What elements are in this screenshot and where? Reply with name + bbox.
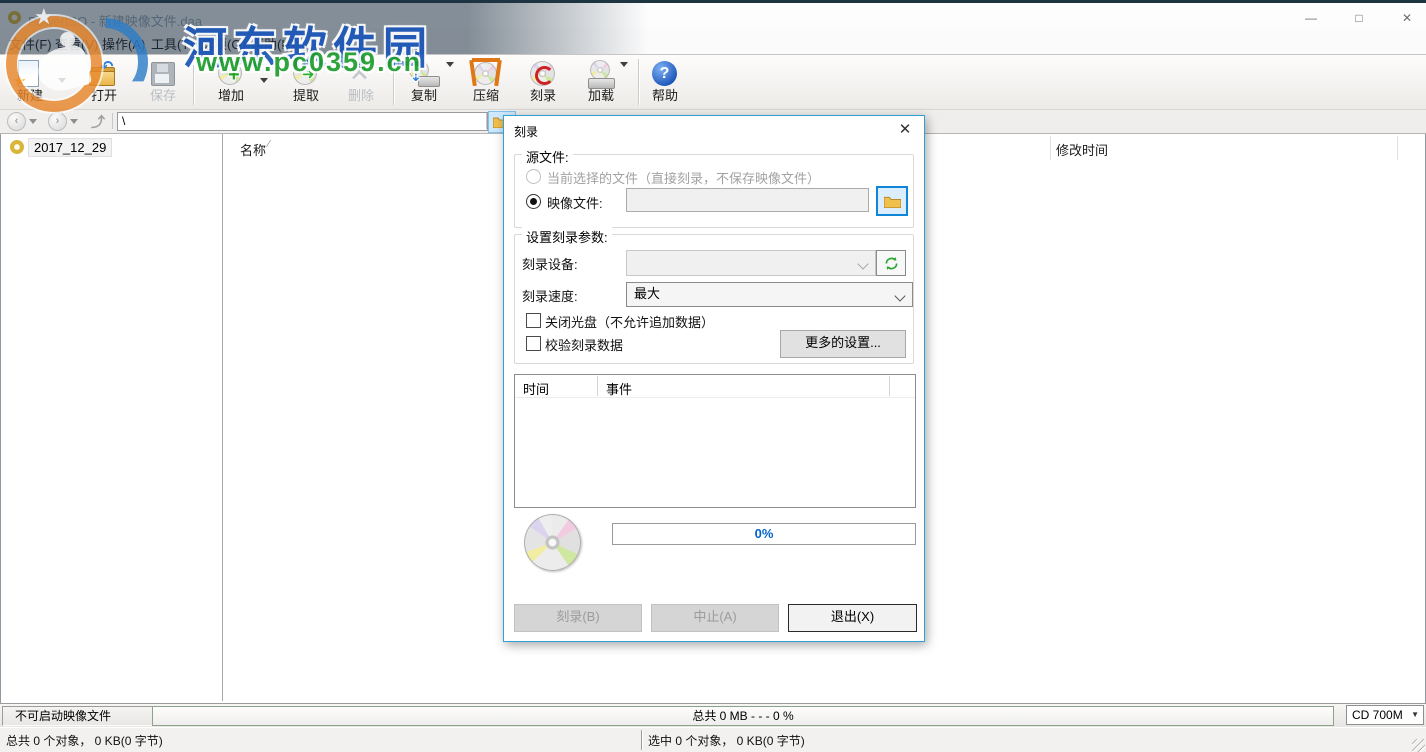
copy-dropdown-arrow[interactable] xyxy=(446,62,454,67)
log-header-underline xyxy=(515,397,915,398)
toolbar-button-open[interactable]: ↶ 打开 xyxy=(80,58,128,106)
more-settings-button[interactable]: 更多的设置... xyxy=(780,330,906,358)
toolbar-separator xyxy=(393,59,394,105)
menu-bar: 文件(F) 查看(V) 操作(A) 工具(T) 选项(O) 帮助(H) xyxy=(0,28,1426,54)
disc-image-icon xyxy=(10,140,24,154)
radio-current-file-label: 当前选择的文件（直接刻录，不保存映像文件） xyxy=(547,168,820,187)
source-group-label: 源文件: xyxy=(522,147,573,166)
menu-action[interactable]: 操作(A) xyxy=(97,33,150,54)
toolbar-button-save: 保存 xyxy=(139,58,187,106)
column-divider[interactable] xyxy=(1397,136,1398,160)
selection-status-bar: 总共 0 个对象， 0 KB(0 字节) 选中 0 个对象， 0 KB(0 字节… xyxy=(0,727,1426,752)
burn-log-table: 时间 事件 xyxy=(514,374,916,508)
close-button[interactable]: ✕ xyxy=(1392,10,1422,26)
maximize-button[interactable]: □ xyxy=(1344,10,1374,26)
toolbar-button-new[interactable]: ★ 新建 xyxy=(6,58,54,106)
media-type-value: CD 700M xyxy=(1352,708,1403,722)
up-level-icon[interactable]: ⤴ xyxy=(91,112,105,132)
verify-data-label[interactable]: 校验刻录数据 xyxy=(545,335,623,354)
menu-options[interactable]: 选项(O) xyxy=(196,33,251,54)
minimize-button[interactable]: — xyxy=(1296,10,1326,26)
forward-button[interactable]: › xyxy=(48,112,67,131)
image-file-input[interactable] xyxy=(626,188,869,212)
menu-help[interactable]: 帮助(H) xyxy=(246,33,300,54)
address-separator xyxy=(112,113,113,129)
burn-progress-bar: 0% xyxy=(612,523,916,545)
chevron-down-icon xyxy=(894,290,905,301)
toolbar-button-copy[interactable]: ⇣ 复制 xyxy=(400,58,448,106)
refresh-devices-button[interactable] xyxy=(876,250,906,276)
toolbar-separator xyxy=(638,59,639,105)
browse-image-button[interactable] xyxy=(876,186,908,216)
log-column-divider[interactable] xyxy=(597,376,598,396)
address-separator xyxy=(486,113,487,129)
add-dropdown-arrow[interactable] xyxy=(260,78,268,83)
folder-icon xyxy=(884,195,901,208)
back-dropdown-arrow[interactable] xyxy=(29,119,37,124)
total-objects-text: 总共 0 个对象， 0 KB(0 字节) xyxy=(6,732,163,749)
speed-value: 最大 xyxy=(634,286,660,301)
capacity-meter: 总共 0 MB - - - 0 % xyxy=(152,706,1334,726)
toolbar-button-burn[interactable]: 刻录 xyxy=(519,58,567,106)
close-disc-checkbox[interactable] xyxy=(526,313,541,328)
speed-select[interactable]: 最大 xyxy=(626,282,913,307)
status-divider xyxy=(641,730,642,750)
panel-splitter[interactable] xyxy=(222,134,223,701)
toolbar: ★ 新建 ↶ 打开 保存 + 增加 ➜ xyxy=(0,55,1426,110)
device-select xyxy=(626,250,876,276)
resize-grip[interactable] xyxy=(1412,739,1425,752)
poweriso-window: PowerISO - 新建映像文件.daa — □ ✕ 文件(F) 查看(V) … xyxy=(0,0,1426,752)
log-column-divider[interactable] xyxy=(889,376,890,396)
params-group-label: 设置刻录参数: xyxy=(522,227,612,246)
column-header-modified[interactable]: 修改时间 xyxy=(1056,140,1108,159)
exit-button[interactable]: 退出(X) xyxy=(788,604,917,632)
new-dropdown-arrow[interactable] xyxy=(58,78,66,83)
bootable-status: 不可启动映像文件 xyxy=(2,706,164,726)
abort-button: 中止(A) xyxy=(651,604,779,632)
burn-button: 刻录(B) xyxy=(514,604,642,632)
log-column-time[interactable]: 时间 xyxy=(523,379,549,398)
column-divider[interactable] xyxy=(1050,136,1051,160)
sort-ascending-icon: ∕ xyxy=(268,139,270,150)
verify-data-checkbox[interactable] xyxy=(526,336,541,351)
selected-objects-text: 选中 0 个对象， 0 KB(0 字节) xyxy=(648,732,805,749)
dialog-close-icon[interactable]: ✕ xyxy=(894,120,916,140)
poweriso-app-icon xyxy=(8,11,21,24)
cd-disc-icon xyxy=(524,514,581,571)
toolbar-separator xyxy=(193,59,194,105)
speed-label: 刻录速度: xyxy=(522,286,578,305)
device-label: 刻录设备: xyxy=(522,254,578,273)
menu-file[interactable]: 文件(F) xyxy=(4,33,57,54)
dialog-title: 刻录 xyxy=(514,123,538,140)
menu-tools[interactable]: 工具(T) xyxy=(146,33,199,54)
close-disc-label[interactable]: 关闭光盘（不允许追加数据） xyxy=(545,312,714,331)
column-header-name[interactable]: 名称 xyxy=(240,140,266,159)
radio-current-file xyxy=(526,169,541,184)
back-button[interactable]: ‹ xyxy=(7,112,26,131)
radio-image-file[interactable] xyxy=(526,194,541,209)
refresh-icon xyxy=(884,256,899,271)
title-bar: PowerISO - 新建映像文件.daa — □ ✕ xyxy=(0,3,1426,28)
menu-view[interactable]: 查看(V) xyxy=(50,33,103,54)
forward-dropdown-arrow[interactable] xyxy=(70,119,78,124)
sidebar-item-image-root[interactable]: 2017_12_29 xyxy=(28,138,112,157)
path-input[interactable]: \ xyxy=(117,112,488,131)
mount-dropdown-arrow[interactable] xyxy=(620,62,628,67)
toolbar-button-compress[interactable]: 压缩 xyxy=(462,58,510,106)
toolbar-button-help[interactable]: ? 帮助 xyxy=(641,58,689,106)
media-type-dropdown[interactable]: CD 700M ▼ xyxy=(1346,705,1424,725)
toolbar-button-delete: ✕ 删除 xyxy=(337,58,385,106)
burn-dialog: 刻录 ✕ 源文件: 当前选择的文件（直接刻录，不保存映像文件） 映像文件: 设置… xyxy=(503,115,925,642)
log-column-event[interactable]: 事件 xyxy=(606,379,632,398)
toolbar-button-mount[interactable]: 加载 xyxy=(577,58,625,106)
toolbar-button-extract[interactable]: ➜ 提取 xyxy=(282,58,330,106)
media-dropdown-caret-icon: ▼ xyxy=(1411,706,1419,724)
toolbar-button-add[interactable]: + 增加 xyxy=(207,58,255,106)
status-bar: 不可启动映像文件 总共 0 MB - - - 0 % CD 700M ▼ xyxy=(0,703,1426,728)
radio-image-file-label[interactable]: 映像文件: xyxy=(547,193,603,212)
chevron-down-icon xyxy=(857,258,868,269)
